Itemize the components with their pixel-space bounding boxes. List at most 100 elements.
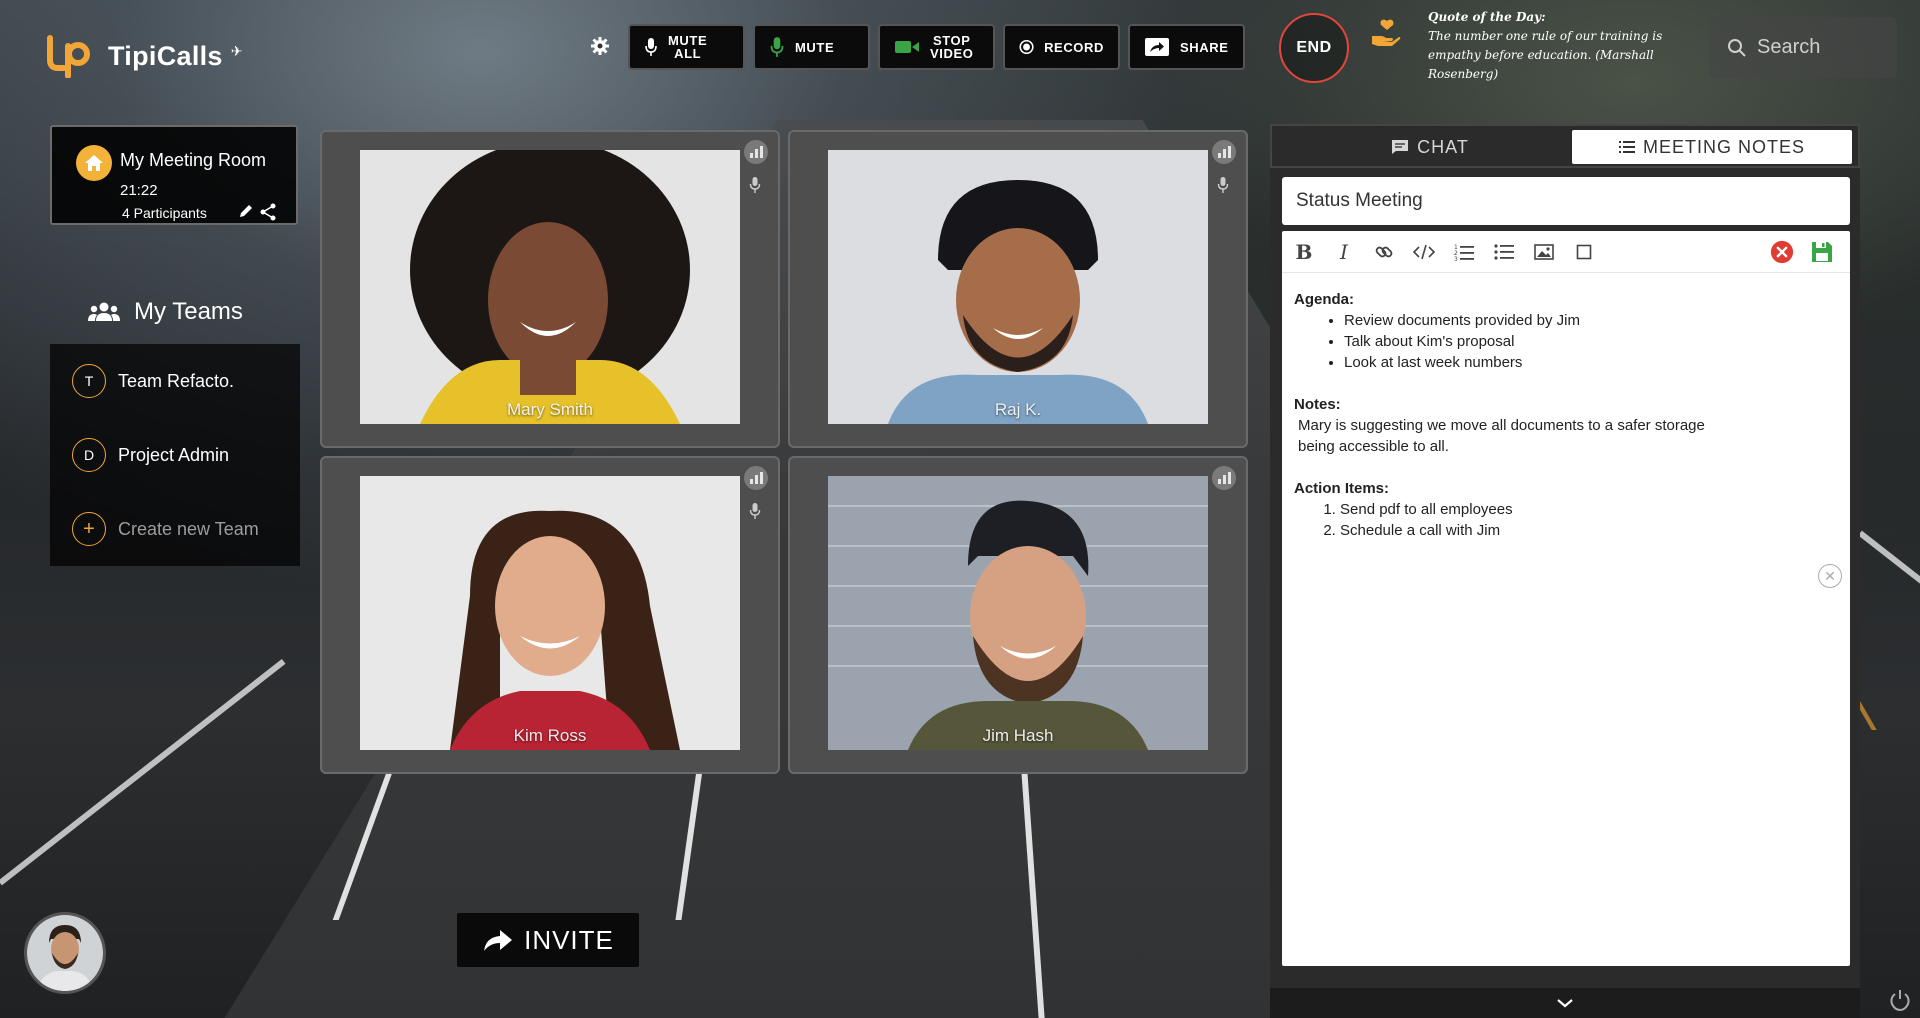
home-icon (76, 145, 112, 181)
chat-icon (1392, 140, 1409, 154)
signal-strength-icon (1212, 140, 1236, 164)
power-icon[interactable] (1888, 988, 1912, 1012)
edit-pencil-icon[interactable] (238, 203, 254, 219)
fullscreen-square-icon[interactable] (1572, 240, 1596, 264)
agenda-item: Look at last week numbers (1344, 352, 1838, 373)
video-tile-kim-ross[interactable]: Kim Ross (320, 456, 780, 774)
stop-video-label-2: VIDEO (930, 46, 974, 61)
tab-chat-label: CHAT (1417, 136, 1469, 157)
mute-label: MUTE (795, 39, 835, 55)
record-label: RECORD (1044, 39, 1104, 55)
bold-icon[interactable]: B (1292, 240, 1316, 264)
invite-button[interactable]: INVITE (456, 912, 640, 968)
quote-of-the-day: Quote of the Day: The number one rule of… (1428, 8, 1678, 84)
participant-name: Mary Smith (507, 400, 593, 419)
video-tile-jim-hash[interactable]: Jim Hash (788, 456, 1248, 774)
action-item: Schedule a call with Jim (1340, 520, 1838, 541)
action-items-label: Action Items: (1294, 480, 1390, 497)
code-icon[interactable] (1412, 240, 1436, 264)
my-teams-title: My Teams (134, 298, 243, 325)
tab-chat[interactable]: CHAT (1280, 130, 1580, 164)
microphone-icon (645, 38, 657, 56)
hand-heart-icon (1370, 18, 1402, 48)
mute-button[interactable]: MUTE (753, 24, 870, 70)
share-icon[interactable] (259, 203, 277, 221)
meeting-notes-panel: CHAT MEETING NOTES Status Meeting B I 12… (1270, 124, 1860, 1018)
search-input[interactable] (1757, 36, 1887, 59)
room-timer: 21:22 (120, 182, 158, 199)
user-avatar[interactable] (24, 912, 106, 994)
search-box[interactable] (1709, 17, 1897, 78)
participant-name: Kim Ross (513, 726, 587, 745)
clear-close-icon[interactable]: ✕ (1818, 564, 1842, 588)
team-badge: D (72, 438, 106, 472)
notes-editor[interactable]: B I 123 Agenda: • Review documents provi… (1282, 231, 1850, 966)
participant-portrait (828, 150, 1208, 424)
participant-video: Mary Smith (360, 150, 740, 424)
end-label: END (1296, 39, 1332, 56)
bullet-list-icon[interactable] (1492, 240, 1516, 264)
tab-meeting-notes[interactable]: MEETING NOTES (1572, 130, 1852, 164)
svg-text:3: 3 (1454, 256, 1458, 261)
italic-icon[interactable]: I (1332, 240, 1356, 264)
lane-line (0, 658, 286, 886)
team-item-team-refacto[interactable]: T Team Refacto. (50, 344, 300, 418)
stop-video-button[interactable]: STOP VIDEO (878, 24, 995, 70)
room-title: My Meeting Room (120, 150, 267, 170)
editor-toolbar: B I 123 (1282, 231, 1850, 273)
video-tile-mary-smith[interactable]: Mary Smith (320, 130, 780, 448)
record-button[interactable]: RECORD (1003, 24, 1120, 70)
room-participants-count: 4 Participants (122, 205, 207, 221)
notes-text-line: being accessible to all. (1298, 438, 1449, 455)
microphone-icon (770, 37, 784, 57)
team-name: Project Admin (118, 444, 230, 465)
participant-video: Jim Hash (828, 476, 1208, 750)
notes-content[interactable]: Agenda: Review documents provided by Jim… (1282, 273, 1850, 557)
team-item-project-admin[interactable]: D Project Admin (50, 418, 300, 492)
notes-text-line: Mary is suggesting we move all documents… (1298, 417, 1705, 434)
agenda-item: Talk about Kim's proposal (1344, 331, 1838, 352)
call-toolbar: MUTE ALL MUTE STOP VIDEO RECORD SHARE (628, 24, 1245, 70)
notes-label: Notes: (1294, 396, 1341, 413)
video-tile-raj-k[interactable]: Raj K. (788, 130, 1248, 448)
cancel-notes-icon[interactable] (1770, 240, 1794, 264)
panel-tabs: CHAT MEETING NOTES (1270, 124, 1860, 168)
tab-meeting-notes-label: MEETING NOTES (1642, 136, 1805, 157)
meeting-room-card[interactable]: My Meeting Room 21:22 4 Participants (50, 125, 298, 225)
agenda-list: Review documents provided by Jim Talk ab… (1344, 310, 1838, 373)
team-badge: T (72, 364, 106, 398)
agenda-item: Review documents provided by Jim (1344, 310, 1838, 331)
quote-title: Quote of the Day: (1428, 10, 1546, 24)
panel-collapse-bar[interactable] (1270, 988, 1860, 1018)
link-icon[interactable] (1372, 240, 1396, 264)
create-new-team-button[interactable]: + Create new Team (50, 492, 300, 566)
lane-line (1858, 530, 1920, 610)
my-teams-heading: My Teams (50, 280, 300, 344)
participant-name: Raj K. (994, 400, 1042, 419)
search-icon (1728, 38, 1746, 57)
participant-portrait (360, 150, 740, 424)
group-icon (88, 302, 120, 321)
signal-strength-icon (1212, 466, 1236, 490)
signal-strength-icon (744, 140, 768, 164)
record-icon (1019, 39, 1034, 55)
settings-gear-icon[interactable] (588, 34, 612, 58)
tipicalls-logo-icon (44, 34, 94, 79)
end-call-button[interactable]: END (1279, 13, 1349, 83)
ordered-list-icon[interactable]: 123 (1452, 240, 1476, 264)
participant-name: Jim Hash (982, 726, 1054, 745)
participant-portrait (828, 476, 1208, 750)
image-icon[interactable] (1532, 240, 1556, 264)
app-name: TipiCalls (108, 40, 223, 71)
teams-panel: My Teams T Team Refacto. D Project Admin… (50, 280, 300, 566)
video-camera-icon (895, 41, 919, 53)
mute-all-button[interactable]: MUTE ALL (628, 24, 745, 70)
forward-arrow-icon (484, 930, 513, 951)
share-button[interactable]: SHARE (1128, 24, 1245, 70)
note-title-field[interactable]: Status Meeting (1282, 177, 1850, 225)
agenda-label: Agenda: (1294, 291, 1354, 308)
save-notes-icon[interactable] (1810, 240, 1834, 264)
invite-label: INVITE (524, 924, 614, 955)
participant-video: Kim Ross (360, 476, 740, 750)
create-team-label: Create new Team (118, 518, 259, 539)
